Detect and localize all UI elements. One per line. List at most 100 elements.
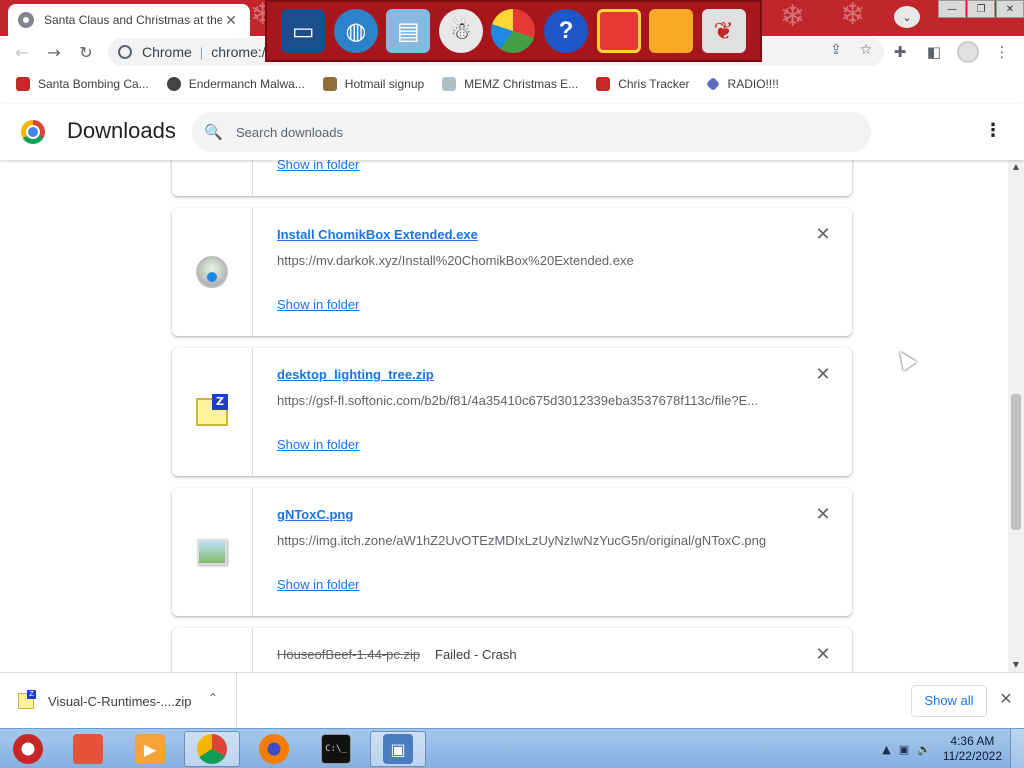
taskbar-firefox[interactable] (246, 731, 302, 767)
network-icon[interactable]: ▣ (899, 743, 909, 756)
download-url: https://mv.darkok.xyz/Install%20ChomikBo… (277, 253, 634, 268)
scrollbar-thumb[interactable] (1011, 394, 1021, 530)
bookmark-hotmail[interactable]: Hotmail signup (322, 76, 425, 91)
remove-download-icon[interactable]: ✕ (814, 644, 832, 665)
download-card: Show in folder (172, 160, 852, 196)
scroll-down-icon[interactable]: ▼ (1008, 658, 1024, 672)
bookmark-label: MEMZ Christmas E... (464, 76, 579, 91)
browser-tab[interactable]: Santa Claus and Christmas at the ✕ (8, 4, 250, 36)
taskbar-program[interactable]: ▣ (370, 731, 426, 767)
show-all-button[interactable]: Show all (911, 685, 987, 717)
bookmark-label: Hotmail signup (344, 76, 425, 91)
search-icon: 🔍 (204, 123, 223, 141)
restore-button[interactable]: ❐ (967, 0, 995, 18)
folder-icon[interactable] (649, 9, 694, 53)
monitor-icon[interactable]: ▭ (281, 9, 326, 53)
chrome-menu-button[interactable]: ⋮ (988, 38, 1016, 66)
start-button[interactable] (0, 731, 56, 767)
show-in-folder-link[interactable]: Show in folder (277, 437, 359, 452)
reload-button[interactable]: ↻ (70, 36, 102, 68)
gift-icon[interactable] (596, 9, 641, 53)
file-icon-column: Z (172, 348, 253, 476)
santa-icon (16, 76, 30, 91)
help-icon[interactable]: ? (544, 9, 588, 53)
page-scrollbar[interactable]: ▲ ▼ (1008, 160, 1024, 672)
download-url: https://gsf-fl.softonic.com/b2b/f81/4a35… (277, 393, 759, 408)
pie-chart-icon[interactable] (491, 9, 536, 53)
santa-start-icon (13, 734, 43, 764)
omnibox-chip: Chrome (142, 44, 192, 60)
taskbar-chrome[interactable] (184, 731, 240, 767)
windows-taskbar: ▶ C:\_ ▣ ▲ ▣ 🔊 4:36 AM 11/22/2022 (0, 728, 1024, 768)
taskbar-clock[interactable]: 4:36 AM 11/22/2022 (943, 734, 1002, 764)
bookmark-label: Endermanch Malwa... (188, 76, 305, 91)
bookmarks-bar: Santa Bombing Ca... Endermanch Malwa... … (0, 70, 1024, 98)
toolbar-right: ✚ ◧ ⋮ (886, 38, 1016, 66)
tab-close-icon[interactable]: ✕ (222, 12, 240, 29)
bookmark-label: RADIO!!!! (727, 76, 779, 91)
file-icon-column (172, 160, 253, 196)
download-card: Install ChomikBox Extended.exe https://m… (172, 208, 852, 336)
show-desktop-button[interactable] (1010, 729, 1024, 768)
show-in-folder-link[interactable]: Show in folder (277, 297, 359, 312)
control-panel-icon[interactable]: ▤ (386, 9, 431, 53)
window-close-button[interactable]: ✕ (996, 0, 1024, 18)
file-icon-column (172, 488, 253, 616)
downloads-header: Downloads 🔍 ⋮ (0, 104, 1024, 160)
show-in-folder-link[interactable]: Show in folder (277, 577, 359, 592)
share-icon[interactable]: ⇪ (826, 42, 846, 58)
snowman-icon[interactable]: ☃ (438, 9, 483, 53)
download-filename-link[interactable]: Install ChomikBox Extended.exe (277, 227, 478, 242)
globe-icon[interactable]: ◍ (333, 9, 378, 53)
download-url: https://img.itch.zone/aW1hZ2UvOTEzMDIxLz… (277, 533, 767, 548)
bookmark-star-icon[interactable]: ☆ (856, 42, 876, 58)
taskbar-media-player[interactable]: ▶ (122, 731, 178, 767)
file-icon-column (172, 208, 253, 336)
remove-download-icon[interactable]: ✕ (814, 224, 832, 245)
download-status: Failed - Crash (435, 647, 517, 662)
shelf-download-item[interactable]: Z Visual-C-Runtimes-....zip ⌃ (0, 673, 237, 729)
show-in-folder-link[interactable]: Show in folder (277, 160, 359, 172)
bookmark-santa-bombing[interactable]: Santa Bombing Ca... (16, 76, 149, 91)
extensions-icon[interactable]: ✚ (886, 38, 914, 66)
remove-download-icon[interactable]: ✕ (814, 364, 832, 385)
search-box[interactable]: 🔍 (192, 112, 871, 152)
exe-file-icon (196, 256, 228, 288)
bookmark-radio[interactable]: RADIO!!!! (705, 76, 779, 91)
bookmark-memz[interactable]: MEMZ Christmas E... (442, 76, 579, 91)
taskbar-file-explorer[interactable] (60, 731, 116, 767)
zip-file-icon: Z (18, 690, 36, 709)
download-filename-link[interactable]: gNToxC.png (277, 507, 353, 522)
program-icon: ▣ (383, 734, 413, 764)
download-filename-link[interactable]: desktop_lighting_tree.zip (277, 367, 434, 382)
profile-avatar[interactable] (954, 38, 982, 66)
omnibox-actions: ⇪ ☆ (826, 42, 876, 58)
command-prompt-icon: C:\_ (321, 734, 351, 764)
forward-button[interactable]: → (38, 36, 70, 68)
remove-download-icon[interactable]: ✕ (814, 504, 832, 525)
volume-icon[interactable]: 🔊 (917, 743, 931, 756)
back-button[interactable]: ← (6, 36, 38, 68)
more-actions-icon[interactable]: ⋮ (984, 120, 1002, 141)
downloads-list: Show in folder Install ChomikBox Extende… (0, 160, 1008, 672)
file-explorer-icon (73, 734, 103, 764)
system-tray: ▲ ▣ 🔊 4:36 AM 11/22/2022 (882, 729, 1024, 768)
bookmark-endermanch[interactable]: Endermanch Malwa... (166, 76, 305, 91)
tray-expand-icon[interactable]: ▲ (882, 743, 890, 756)
clock-date: 11/22/2022 (942, 749, 1002, 763)
zip-badge-icon: Z (212, 394, 228, 410)
clock-time: 4:36 AM (950, 734, 995, 748)
close-shelf-icon[interactable]: ✕ (997, 689, 1015, 708)
tab-search-button[interactable]: ⌄ (894, 6, 920, 28)
search-input[interactable] (236, 124, 836, 140)
scroll-up-icon[interactable]: ▲ (1008, 160, 1024, 174)
taskbar-command-prompt[interactable]: C:\_ (308, 731, 364, 767)
chris-icon (596, 76, 611, 91)
side-panel-icon[interactable]: ◧ (920, 38, 948, 66)
bookmark-chris-tracker[interactable]: Chris Tracker (596, 76, 690, 91)
chevron-up-icon[interactable]: ⌃ (208, 691, 218, 705)
zip-file-icon: Z (196, 394, 228, 426)
recycle-bin-icon[interactable]: ❦ (701, 9, 746, 53)
minimize-button[interactable]: — (938, 0, 966, 18)
figure-icon (322, 76, 337, 91)
